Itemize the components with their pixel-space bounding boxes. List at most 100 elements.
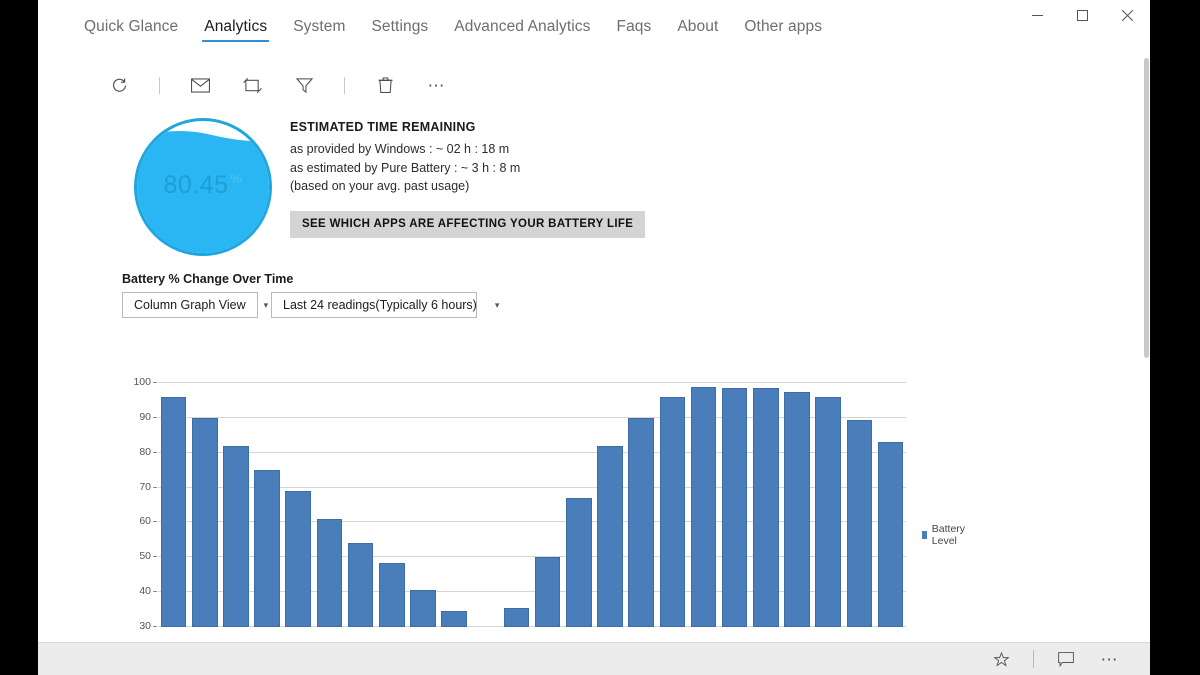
chevron-down-icon: ▾ [494,299,500,310]
main-navigation: Quick Glance Analytics System Settings A… [71,18,835,42]
battery-summary: 80.45% ESTIMATED TIME REMAINING as provi… [38,110,1150,260]
chart-bar[interactable] [753,388,779,627]
chart-bar[interactable] [191,417,218,627]
chart-bar[interactable] [597,445,623,627]
chart-bar[interactable] [160,396,187,627]
maximize-icon[interactable] [1060,0,1105,30]
nav-tab-label: Quick Glance [84,18,179,35]
mail-icon[interactable] [174,66,226,104]
chart-bar-slot [470,383,501,627]
reading-range-value: Last 24 readings(Typically 6 hours) [283,298,477,312]
nav-tab-label: Faqs [616,18,652,35]
nav-tab-about[interactable]: About [664,18,731,42]
title-bar: Quick Glance Analytics System Settings A… [38,0,1150,58]
chart-bar-slot [594,383,625,627]
chart-bar[interactable] [316,518,343,627]
chart-bar-slot [563,383,594,627]
chart-title: Battery % Change Over Time [122,272,294,286]
reading-range-select[interactable]: Last 24 readings(Typically 6 hours) ▾ [271,292,499,318]
trash-icon[interactable] [359,66,411,104]
chart-bar[interactable] [815,396,841,627]
chart-legend: Battery Level [922,523,968,547]
nav-tab-system[interactable]: System [280,18,358,42]
graph-view-select[interactable]: Column Graph View ▾ [122,292,268,318]
chart-bar-slot [719,383,750,627]
chart-bar-slot [813,383,844,627]
chart-bar[interactable] [534,557,561,627]
estimated-time-block: ESTIMATED TIME REMAINING as provided by … [290,120,646,238]
screen-root: Quick Glance Analytics System Settings A… [0,0,1200,675]
nav-tab-label: Settings [371,18,429,35]
nav-tab-quick-glance[interactable]: Quick Glance [71,18,191,42]
chart-bar-slot [283,383,314,627]
chart-y-tick-label: 100 [133,376,158,388]
chart-bar[interactable] [566,498,592,627]
chart-bar-slot [407,383,438,627]
more-icon[interactable]: ⋯ [1088,645,1132,673]
nav-tab-label: About [677,18,719,35]
battery-gauge-wave [137,127,269,147]
chart-bar-slot [750,383,781,627]
chart-bar[interactable] [347,543,374,627]
chevron-down-icon: ▾ [263,299,269,310]
battery-percent-value: 80.45 [163,171,229,200]
nav-tab-other-apps[interactable]: Other apps [731,18,835,42]
chart-bar[interactable] [846,419,873,627]
toolbar-separator [159,76,160,94]
chart-bar-slot [345,383,376,627]
chart-y-tick-label: 30 [139,620,158,632]
chart-bar[interactable] [784,391,810,627]
chart-y-tick-label: 40 [139,585,158,597]
chart-bar-slot [688,383,719,627]
chart-bar-slot [657,383,688,627]
nav-tab-analytics[interactable]: Analytics [191,18,280,42]
chart-controls: Column Graph View ▾ Last 24 readings(Typ… [122,292,499,318]
nav-tab-label: Other apps [744,18,823,35]
minimize-icon[interactable] [1015,0,1060,30]
see-affecting-apps-button[interactable]: SEE WHICH APPS ARE AFFECTING YOUR BATTER… [290,210,646,238]
toolbar-separator [344,76,345,94]
chart-bar-slot [314,383,345,627]
chart-bar-slot [875,383,906,627]
statusbar-separator [1033,650,1034,668]
battery-percent: 80.45% [137,171,269,200]
chart-bar[interactable] [410,590,436,627]
nav-tab-settings[interactable]: Settings [358,18,441,42]
chart-bar[interactable] [285,491,312,627]
chart-bar[interactable] [690,386,717,627]
feedback-icon[interactable] [1044,645,1088,673]
vertical-scrollbar[interactable] [1143,58,1150,641]
favorite-star-icon[interactable] [979,645,1023,673]
more-dots: ⋯ [427,75,447,95]
chart-bar[interactable] [628,417,654,627]
chart-bar[interactable] [441,611,467,627]
nav-tab-advanced-analytics[interactable]: Advanced Analytics [441,18,603,42]
chart-bar[interactable] [877,442,904,627]
nav-tab-label: System [293,18,346,35]
chart-y-tick-label: 70 [139,481,158,493]
chart-bar-slot [158,383,189,627]
more-icon[interactable]: ⋯ [411,66,463,104]
chart-bar-slot [189,383,220,627]
chart-bar-slot [844,383,875,627]
scrollbar-thumb[interactable] [1144,58,1149,358]
nav-tab-faqs[interactable]: Faqs [604,18,665,42]
filter-icon[interactable] [278,66,330,104]
chart-bar[interactable] [721,388,748,627]
chart-y-tick-label: 80 [139,446,158,458]
refresh-icon[interactable] [93,66,145,104]
chart-y-tick-label: 60 [139,515,158,527]
battery-percent-unit: % [230,171,243,187]
chart-bar-slot [532,383,563,627]
chart-bar-slot [501,383,532,627]
chart-bar[interactable] [223,445,249,627]
chart-bar[interactable] [379,562,405,627]
close-icon[interactable] [1105,0,1150,30]
legend-label: Battery Level [931,523,966,547]
chart-bar[interactable] [254,470,280,627]
screenshot-icon[interactable] [226,66,278,104]
chart-bar[interactable] [503,607,530,627]
battery-gauge-circle: 80.45% [134,118,272,256]
estimate-windows-line: as provided by Windows : ~ 02 h : 18 m [290,142,510,156]
chart-bar[interactable] [659,396,686,627]
